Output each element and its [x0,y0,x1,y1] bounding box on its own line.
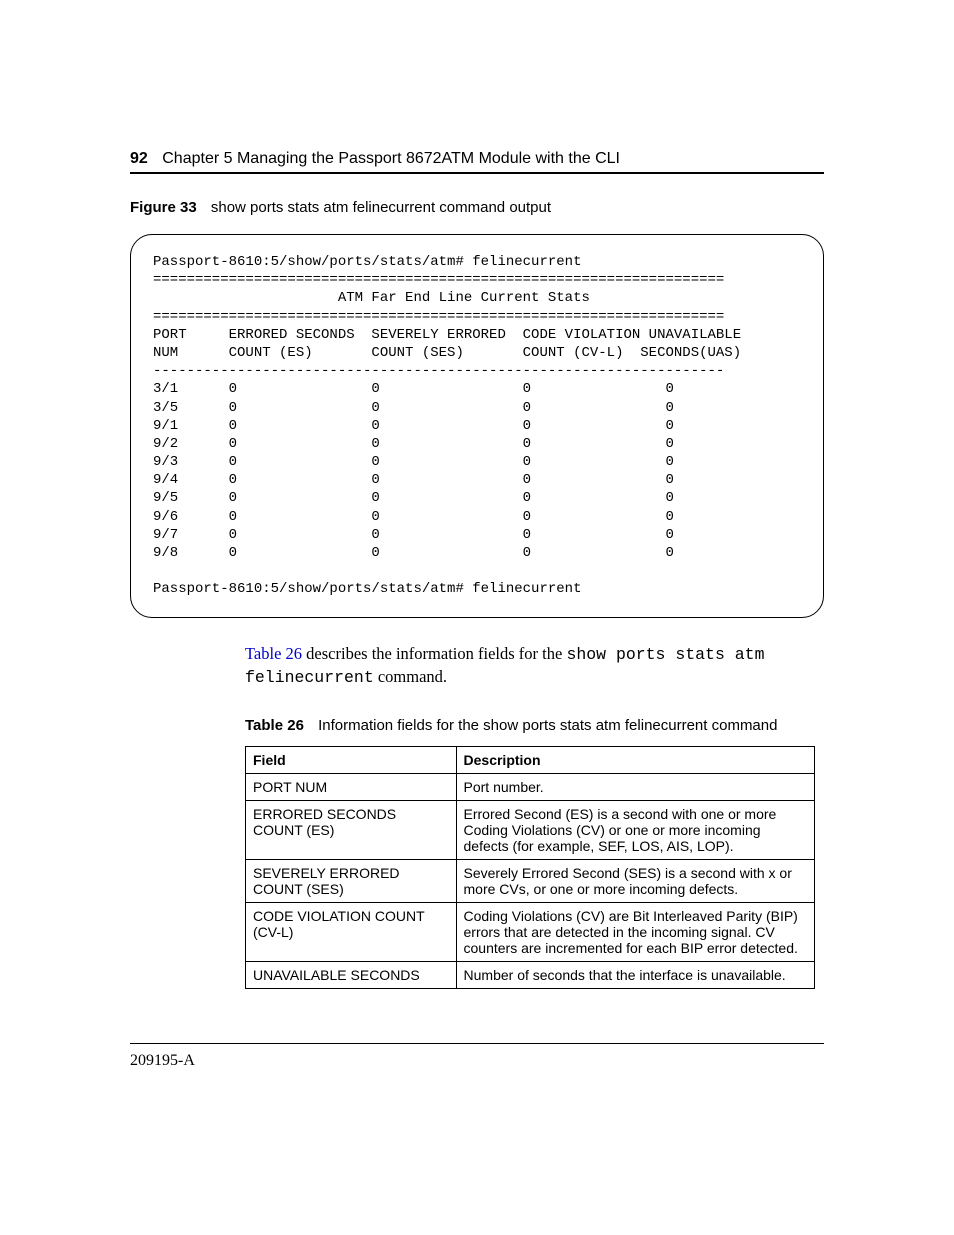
page-number: 92 [130,150,148,167]
terminal-hr: ========================================… [153,309,724,325]
terminal-row: 9/1 0 0 0 0 [153,418,674,434]
cell-field: ERRORED SECONDS COUNT (ES) [246,801,457,860]
terminal-prompt: Passport-8610:5/show/ports/stats/atm# fe… [153,254,581,270]
page-content: 92 Chapter 5 Managing the Passport 8672A… [0,0,954,989]
terminal-row: 3/1 0 0 0 0 [153,381,674,397]
col-header-field: Field [246,747,457,774]
terminal-title: ATM Far End Line Current Stats [153,290,590,306]
table-row: PORT NUM Port number. [246,774,815,801]
body-paragraph: Table 26 describes the information field… [245,643,824,690]
chapter-title: Chapter 5 Managing the Passport 8672ATM … [162,150,620,167]
terminal-output: Passport-8610:5/show/ports/stats/atm# fe… [153,253,801,599]
body-text: describes the information fields for the [302,644,566,663]
body-text: command. [374,667,447,686]
table-header-row: Field Description [246,747,815,774]
cell-field: SEVERELY ERRORED COUNT (SES) [246,860,457,903]
terminal-row: 9/8 0 0 0 0 [153,545,674,561]
cell-desc: Port number. [456,774,814,801]
cell-desc: Number of seconds that the interface is … [456,962,814,989]
figure-label: Figure 33 [130,199,197,216]
table-row: SEVERELY ERRORED COUNT (SES) Severely Er… [246,860,815,903]
figure-caption: Figure 33 show ports stats atm felinecur… [130,199,824,216]
page-footer: 209195-A [130,1043,824,1070]
terminal-colhead: PORT ERRORED SECONDS SEVERELY ERRORED CO… [153,327,741,343]
page-header: 92 Chapter 5 Managing the Passport 8672A… [130,150,824,174]
terminal-prompt: Passport-8610:5/show/ports/stats/atm# fe… [153,581,581,597]
terminal-row: 9/5 0 0 0 0 [153,490,674,506]
table-row: UNAVAILABLE SECONDS Number of seconds th… [246,962,815,989]
table-row: ERRORED SECONDS COUNT (ES) Errored Secon… [246,801,815,860]
terminal-row: 9/2 0 0 0 0 [153,436,674,452]
table-caption-text: Information fields for the show ports st… [318,717,777,734]
terminal-hr: ----------------------------------------… [153,363,724,379]
terminal-hr: ========================================… [153,272,724,288]
figure-caption-text: show ports stats atm felinecurrent comma… [211,199,551,216]
table-label: Table 26 [245,717,304,734]
cell-field: UNAVAILABLE SECONDS [246,962,457,989]
table-ref-link[interactable]: Table 26 [245,644,302,663]
cell-desc: Coding Violations (CV) are Bit Interleav… [456,903,814,962]
terminal-row: 9/6 0 0 0 0 [153,509,674,525]
info-table: Field Description PORT NUM Port number. … [245,746,815,989]
table-row: CODE VIOLATION COUNT (CV-L) Coding Viola… [246,903,815,962]
doc-id: 209195-A [130,1052,195,1069]
cell-desc: Errored Second (ES) is a second with one… [456,801,814,860]
terminal-row: 9/7 0 0 0 0 [153,527,674,543]
cell-desc: Severely Errored Second (SES) is a secon… [456,860,814,903]
terminal-row: 3/5 0 0 0 0 [153,400,674,416]
terminal-row: 9/3 0 0 0 0 [153,454,674,470]
terminal-frame: Passport-8610:5/show/ports/stats/atm# fe… [130,234,824,618]
terminal-colhead: NUM COUNT (ES) COUNT (SES) COUNT (CV-L) … [153,345,741,361]
table-caption: Table 26 Information fields for the show… [245,717,824,734]
cell-field: PORT NUM [246,774,457,801]
col-header-desc: Description [456,747,814,774]
cell-field: CODE VIOLATION COUNT (CV-L) [246,903,457,962]
terminal-row: 9/4 0 0 0 0 [153,472,674,488]
